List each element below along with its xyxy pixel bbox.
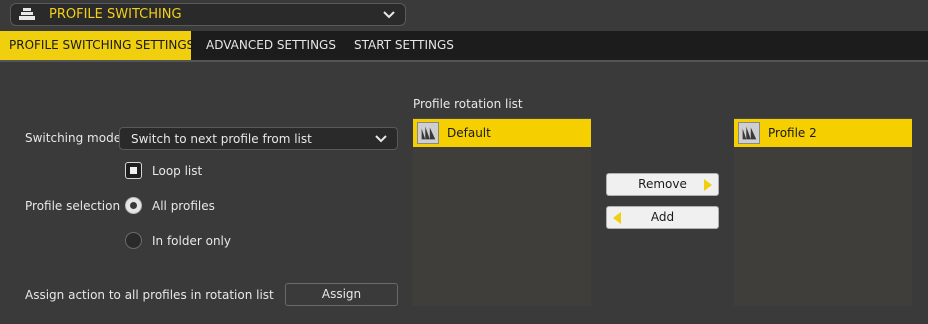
in-folder-only-label: In folder only bbox=[152, 234, 231, 248]
rotation-list-left: Default bbox=[413, 118, 591, 306]
mode-dropdown-label: PROFILE SWITCHING bbox=[49, 7, 182, 22]
list-item-default[interactable]: Default bbox=[413, 119, 591, 147]
all-profiles-label: All profiles bbox=[152, 199, 215, 213]
tab-profile-switching-settings[interactable]: PROFILE SWITCHING SETTINGS bbox=[0, 31, 194, 60]
arrow-left-icon bbox=[613, 212, 621, 224]
tab-advanced-settings[interactable]: ADVANCED SETTINGS bbox=[197, 31, 345, 60]
list-item-profile-2[interactable]: Profile 2 bbox=[734, 119, 912, 147]
profile-selection-label: Profile selection bbox=[25, 199, 121, 213]
radio-all-profiles[interactable] bbox=[125, 197, 142, 214]
chevron-down-icon bbox=[383, 11, 395, 19]
chevron-down-icon bbox=[375, 135, 387, 143]
switching-mode-label: Switching mode bbox=[25, 131, 122, 145]
remove-button[interactable]: Remove bbox=[606, 173, 719, 196]
rotation-list-right: Profile 2 bbox=[734, 118, 912, 306]
assign-action-label: Assign action to all profiles in rotatio… bbox=[25, 288, 274, 302]
loop-list-checkbox[interactable] bbox=[125, 162, 142, 179]
menu-stack-icon bbox=[19, 8, 35, 20]
arrow-right-icon bbox=[704, 179, 712, 191]
add-button[interactable]: Add bbox=[606, 206, 719, 229]
remove-button-label: Remove bbox=[638, 177, 687, 191]
add-button-label: Add bbox=[650, 210, 675, 224]
corsair-sails-icon bbox=[417, 122, 439, 144]
profile-name: Profile 2 bbox=[768, 126, 817, 140]
radio-dot bbox=[130, 202, 137, 209]
mode-dropdown[interactable]: PROFILE SWITCHING bbox=[10, 3, 406, 26]
tab-start-settings[interactable]: START SETTINGS bbox=[345, 31, 463, 60]
radio-in-folder-only[interactable] bbox=[125, 232, 142, 249]
assign-button[interactable]: Assign bbox=[285, 283, 398, 306]
profile-name: Default bbox=[447, 126, 491, 140]
switching-mode-value: Switch to next profile from list bbox=[131, 132, 312, 146]
corsair-sails-icon bbox=[738, 122, 760, 144]
panel-divider bbox=[0, 60, 928, 62]
tab-bar: PROFILE SWITCHING SETTINGS ADVANCED SETT… bbox=[0, 31, 928, 60]
switching-mode-select[interactable]: Switch to next profile from list bbox=[119, 127, 398, 150]
loop-list-label: Loop list bbox=[152, 164, 203, 178]
checkbox-mark bbox=[130, 167, 137, 174]
rotation-list-title: Profile rotation list bbox=[413, 97, 523, 111]
